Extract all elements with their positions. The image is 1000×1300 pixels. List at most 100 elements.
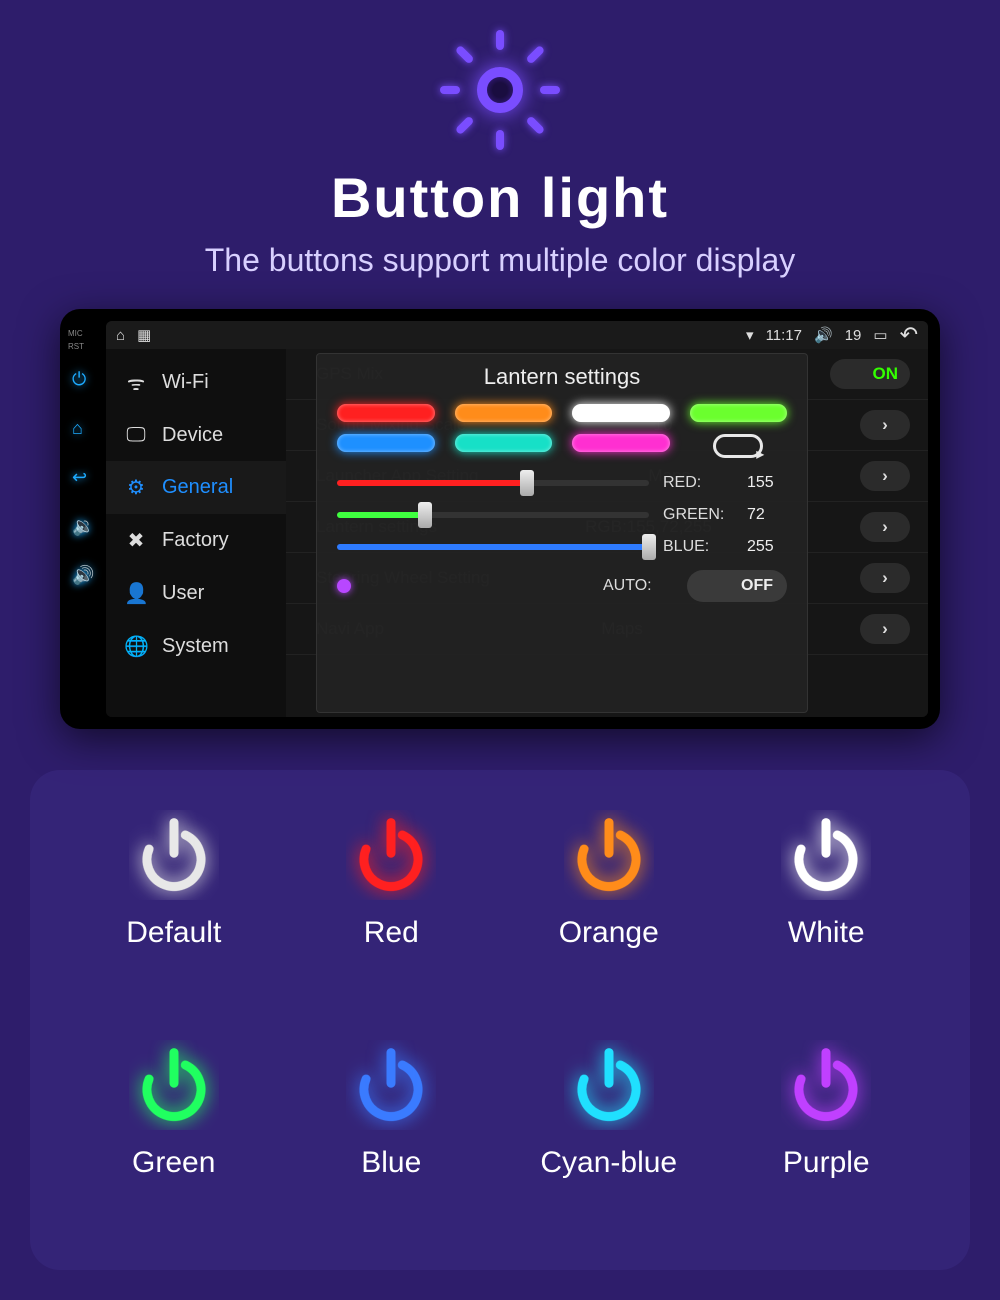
color-option-label: Purple — [733, 1146, 921, 1180]
sidebar-item-label: Factory — [162, 529, 229, 552]
slider-label: GREEN: — [663, 506, 733, 524]
slider-value: 255 — [747, 538, 787, 556]
power-icon — [346, 810, 436, 900]
auto-label: AUTO: — [603, 577, 673, 595]
power-icon — [129, 810, 219, 900]
tools-icon: ✖ — [124, 528, 148, 553]
color-option-label: White — [733, 916, 921, 950]
sidebar-item-label: Device — [162, 424, 223, 447]
gear-icon: ⚙ — [124, 475, 148, 500]
user-icon: 👤 — [124, 581, 148, 606]
slider-label: BLUE: — [663, 538, 733, 556]
sidebar-item-label: User — [162, 582, 204, 605]
tablet-device: MICRST ⏻ ⌂ ↩ 🔉 🔊 ⌂ ▦ ▾ 11:17 🔊 19 ▭ ↶ ᯤW… — [60, 309, 940, 729]
battery-icon: ▭ — [873, 326, 887, 344]
sidebar-item-factory[interactable]: ✖ Factory — [106, 514, 286, 567]
sidebar-item-general[interactable]: ⚙ General — [106, 461, 286, 514]
hw-vol-up-icon[interactable]: 🔊 — [72, 565, 94, 586]
lantern-settings-dialog: Lantern settings RED: 155 GREEN: 72 BLUE… — [316, 353, 808, 713]
slider-track[interactable] — [337, 480, 649, 486]
hw-back-icon[interactable]: ↩ — [72, 467, 94, 488]
preset-color[interactable] — [690, 404, 788, 422]
color-option-white[interactable]: White — [733, 810, 921, 1000]
sidebar-item-system[interactable]: 🌐 System — [106, 620, 286, 673]
slider-thumb[interactable] — [418, 502, 432, 528]
settings-main: GPS Mix ONSound Mixing Scale 10›Launcher… — [286, 349, 928, 717]
back-icon[interactable]: ↶ — [900, 322, 918, 348]
preset-color[interactable] — [455, 434, 553, 452]
hero: Button light The buttons support multipl… — [0, 0, 1000, 279]
on-toggle[interactable]: ON — [830, 359, 910, 389]
status-bar: ⌂ ▦ ▾ 11:17 🔊 19 ▭ ↶ — [106, 321, 928, 349]
preset-color[interactable] — [572, 404, 670, 422]
volume-status-icon: 🔊 — [814, 326, 833, 344]
chevron-right-icon: › — [860, 563, 910, 593]
color-examples-panel: Default Red Orange White Green Blue — [30, 770, 970, 1270]
color-option-label: Cyan-blue — [515, 1146, 703, 1180]
hw-port-labels: MICRST — [68, 329, 84, 351]
device-icon: 🖵 — [124, 424, 148, 447]
settings-sidebar: ᯤ Wi-Fi 🖵 Device ⚙ General ✖ Factory 👤 User 🌐 Syste… — [106, 349, 286, 717]
wifi-icon: ᯤ — [124, 369, 148, 396]
home-icon[interactable]: ⌂ — [116, 327, 125, 344]
color-option-purple[interactable]: Purple — [733, 1040, 921, 1230]
auto-toggle[interactable]: OFF — [687, 570, 787, 602]
slider-track[interactable] — [337, 544, 649, 550]
chevron-right-icon: › — [860, 614, 910, 644]
sidebar-item-label: Wi-Fi — [162, 371, 209, 394]
color-option-label: Default — [80, 916, 268, 950]
hw-vol-down-icon[interactable]: 🔉 — [72, 516, 94, 537]
wifi-status-icon: ▾ — [746, 326, 754, 344]
sidebar-item-user[interactable]: 👤 User — [106, 567, 286, 620]
power-icon — [564, 1040, 654, 1130]
page-subtitle: The buttons support multiple color displ… — [0, 242, 1000, 279]
chevron-right-icon: › — [860, 410, 910, 440]
color-option-label: Red — [298, 916, 486, 950]
color-option-default[interactable]: Default — [80, 810, 268, 1000]
color-option-green[interactable]: Green — [80, 1040, 268, 1230]
sidebar-item-device[interactable]: 🖵 Device — [106, 410, 286, 461]
dialog-title: Lantern settings — [337, 364, 787, 390]
power-icon — [564, 810, 654, 900]
sidebar-item-label: System — [162, 635, 229, 658]
power-icon — [129, 1040, 219, 1130]
preset-color[interactable] — [572, 434, 670, 452]
brightness-icon — [440, 30, 560, 150]
preset-color[interactable] — [337, 434, 435, 452]
hw-power-icon[interactable]: ⏻ — [72, 369, 94, 390]
color-option-blue[interactable]: Blue — [298, 1040, 486, 1230]
color-option-label: Green — [80, 1146, 268, 1180]
power-icon — [346, 1040, 436, 1130]
globe-icon: 🌐 — [124, 634, 148, 659]
slider-green[interactable]: GREEN: 72 — [337, 506, 787, 524]
slider-value: 155 — [747, 474, 787, 492]
power-icon — [781, 810, 871, 900]
hw-home-icon[interactable]: ⌂ — [72, 418, 94, 439]
page-title: Button light — [0, 165, 1000, 230]
color-option-red[interactable]: Red — [298, 810, 486, 1000]
apps-icon[interactable]: ▦ — [137, 326, 151, 344]
slider-blue[interactable]: BLUE: 255 — [337, 538, 787, 556]
color-option-label: Orange — [515, 916, 703, 950]
color-option-cyan-blue[interactable]: Cyan-blue — [515, 1040, 703, 1230]
slider-track[interactable] — [337, 512, 649, 518]
preview-dot — [337, 579, 351, 593]
hardware-buttons: ⏻ ⌂ ↩ 🔉 🔊 — [72, 369, 94, 586]
chevron-right-icon: › — [860, 461, 910, 491]
cycle-icon[interactable] — [713, 434, 763, 458]
preset-color[interactable] — [455, 404, 553, 422]
slider-value: 72 — [747, 506, 787, 524]
slider-red[interactable]: RED: 155 — [337, 474, 787, 492]
slider-thumb[interactable] — [520, 470, 534, 496]
color-presets — [337, 404, 787, 458]
slider-thumb[interactable] — [642, 534, 656, 560]
preset-color[interactable] — [337, 404, 435, 422]
slider-label: RED: — [663, 474, 733, 492]
chevron-right-icon: › — [860, 512, 910, 542]
color-option-orange[interactable]: Orange — [515, 810, 703, 1000]
volume-level: 19 — [845, 327, 862, 344]
sidebar-item-wi-fi[interactable]: ᯤ Wi-Fi — [106, 355, 286, 410]
clock: 11:17 — [766, 327, 802, 344]
power-icon — [781, 1040, 871, 1130]
sidebar-item-label: General — [162, 476, 233, 499]
